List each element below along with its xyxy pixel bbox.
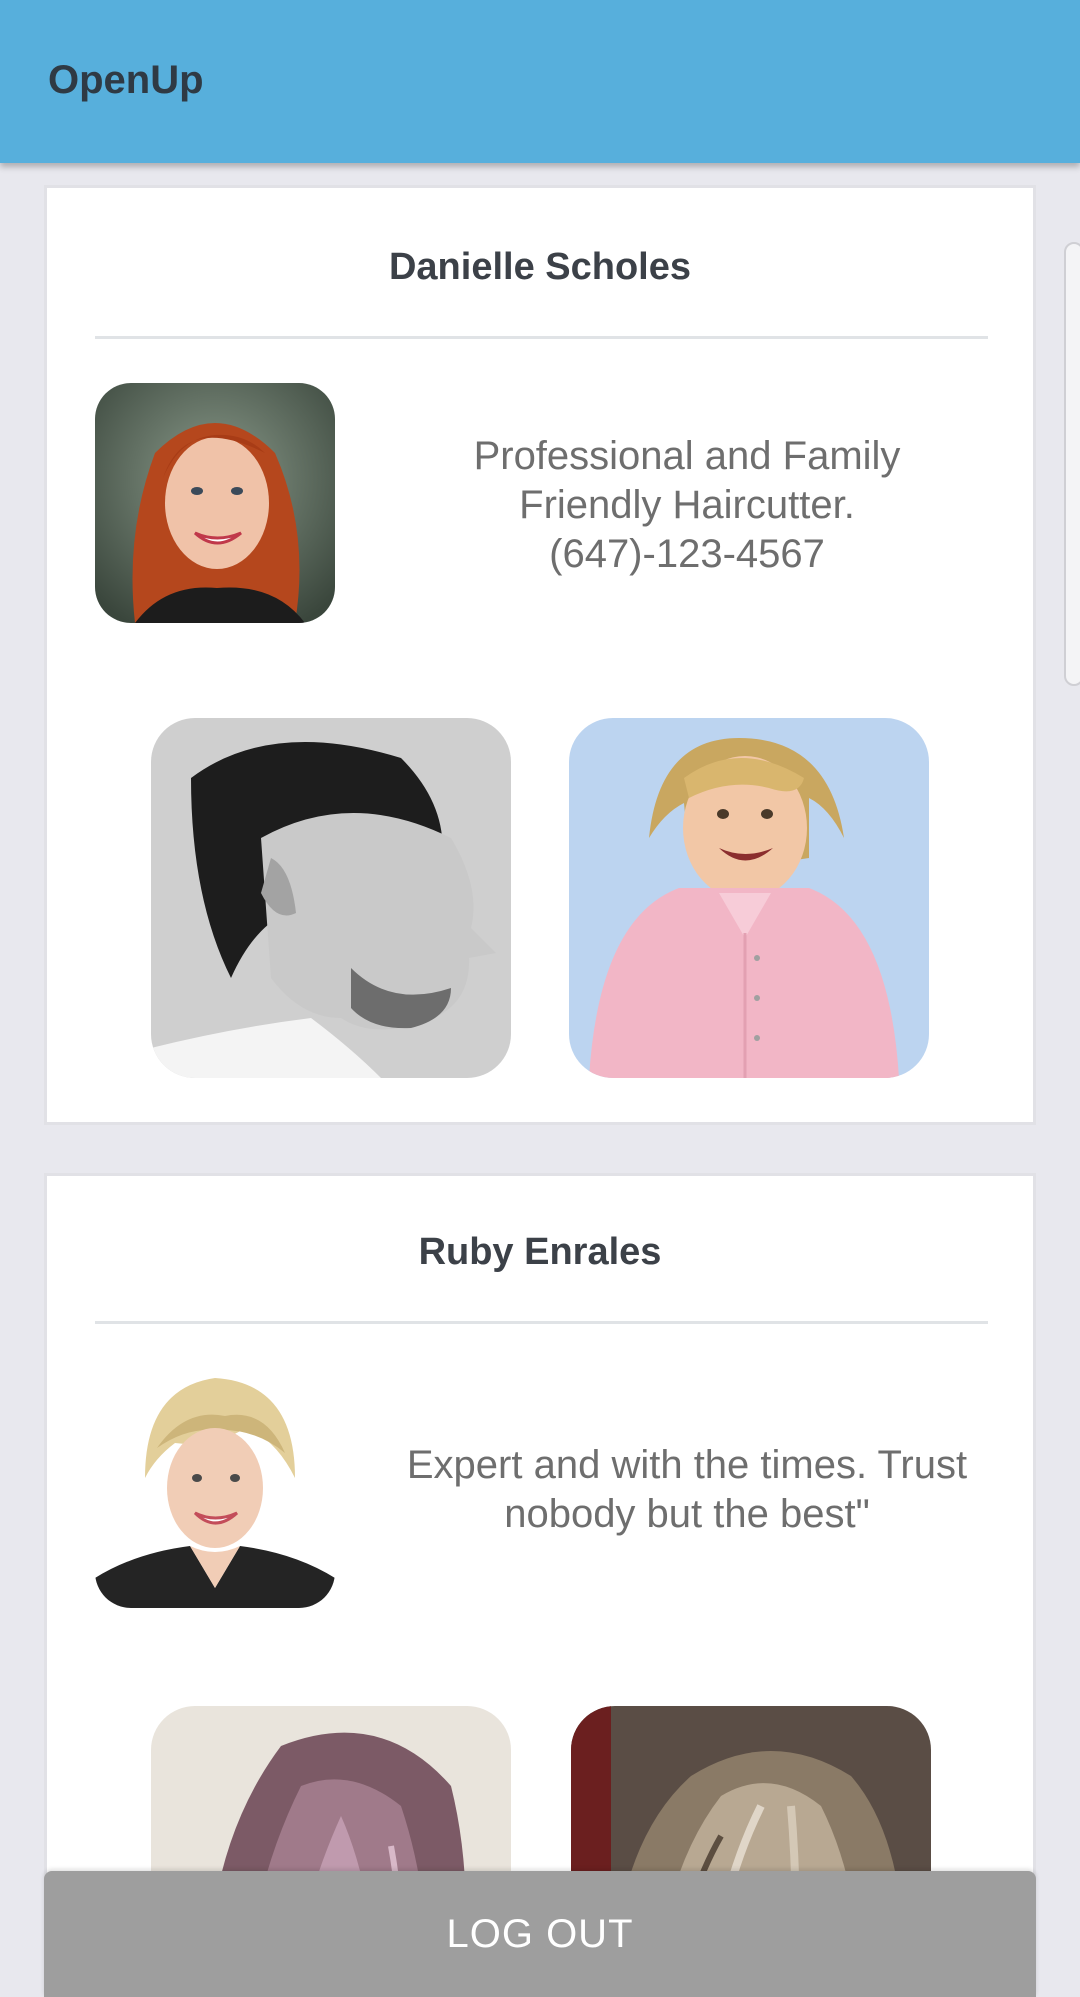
stylist-description: Expert and with the times. Trust nobody …	[406, 1443, 968, 1536]
stylist-name: Danielle Scholes	[388, 246, 691, 288]
app-bar: OpenUp	[0, 0, 1080, 163]
divider	[95, 336, 988, 339]
divider	[95, 1321, 988, 1324]
stylist-name: Ruby Enrales	[418, 1231, 662, 1273]
stylist-feed[interactable]: Danielle Scholes Professional and Family…	[0, 163, 1080, 1997]
stylist-description: Professional and Family Friendly Haircut…	[473, 434, 901, 576]
portfolio-photo[interactable]	[569, 718, 929, 1078]
app-title: OpenUp	[48, 58, 204, 102]
stylist-card[interactable]: Danielle Scholes Professional and Family…	[44, 185, 1036, 1125]
logout-button[interactable]: LOG OUT	[44, 1871, 1036, 1997]
stylist-avatar[interactable]	[95, 383, 335, 623]
portfolio-photo[interactable]	[151, 718, 511, 1078]
stylist-avatar[interactable]	[95, 1368, 335, 1608]
